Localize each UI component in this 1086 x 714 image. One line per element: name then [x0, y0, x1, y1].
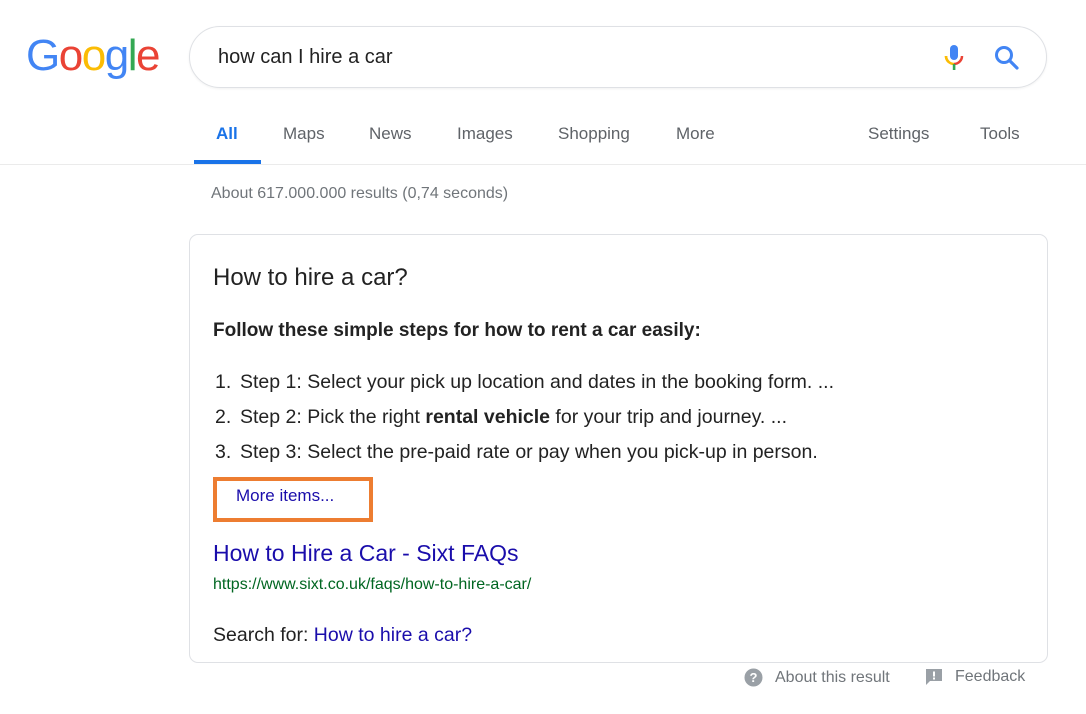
logo-letter: g	[104, 31, 129, 80]
search-box	[189, 26, 1047, 88]
tab-maps[interactable]: Maps	[283, 124, 325, 144]
svg-text:?: ?	[750, 670, 758, 685]
more-items-link[interactable]: More items...	[236, 486, 334, 506]
about-this-result[interactable]: ? About this result	[744, 668, 890, 687]
search-icon[interactable]	[992, 43, 1022, 73]
search-for-link[interactable]: How to hire a car?	[314, 624, 472, 646]
step-text: for your trip and journey. ...	[550, 406, 788, 428]
feedback-label: Feedback	[955, 668, 1026, 685]
about-label: About this result	[775, 668, 890, 686]
step-number: 2.	[215, 406, 232, 428]
search-results-page: Google All Maps News Images Shopping Mor…	[0, 0, 1086, 714]
list-item: 3. Step 3: Select the pre-paid rate or pa…	[213, 441, 834, 476]
list-item: 1. Step 1: Select your pick up location a…	[213, 371, 834, 406]
help-circle-icon: ?	[744, 668, 763, 687]
google-logo[interactable]: Google	[26, 28, 160, 84]
step-number: 1.	[215, 371, 232, 393]
header-divider	[0, 164, 1086, 165]
tab-shopping[interactable]: Shopping	[558, 124, 630, 144]
tab-more[interactable]: More	[676, 124, 715, 144]
logo-letter: l	[127, 31, 138, 80]
search-tabs: All Maps News Images Shopping More Setti…	[0, 112, 1086, 165]
logo-letter: e	[135, 31, 160, 80]
result-url: https://www.sixt.co.uk/faqs/how-to-hire-…	[213, 576, 532, 593]
tab-images[interactable]: Images	[457, 124, 513, 144]
logo-letter: G	[26, 31, 60, 80]
tab-all[interactable]: All	[216, 124, 238, 144]
feedback-button[interactable]: Feedback	[925, 668, 1025, 686]
step-text-bold: rental vehicle	[425, 406, 551, 428]
featured-snippet-card: How to hire a car? Follow these simple s…	[189, 234, 1048, 663]
tab-news[interactable]: News	[369, 124, 412, 144]
logo-letter: o	[81, 31, 106, 80]
snippet-title: How to hire a car?	[213, 264, 408, 291]
result-stats: About 617.000.000 results (0,74 seconds)	[211, 185, 509, 202]
logo-letter: o	[58, 31, 83, 80]
search-input[interactable]	[218, 27, 918, 87]
tools-link[interactable]: Tools	[980, 124, 1020, 144]
microphone-icon[interactable]	[940, 43, 968, 73]
step-text: Step 2: Pick the right	[240, 406, 426, 428]
steps-list: 1. Step 1: Select your pick up location a…	[213, 371, 834, 476]
feedback-icon	[925, 668, 943, 686]
step-number: 3.	[215, 441, 232, 463]
search-for-label: Search for:	[213, 624, 314, 646]
list-item: 2. Step 2: Pick the right rental vehicle …	[213, 406, 834, 441]
result-title-link[interactable]: How to Hire a Car - Sixt FAQs	[213, 540, 518, 567]
settings-link[interactable]: Settings	[868, 124, 929, 144]
search-for: Search for: How to hire a car?	[213, 624, 472, 647]
step-text: Step 3: Select the pre-paid rate or pay …	[240, 441, 818, 463]
snippet-subtitle: Follow these simple steps for how to ren…	[213, 320, 701, 341]
step-text: Step 1: Select your pick up location and…	[240, 371, 835, 393]
